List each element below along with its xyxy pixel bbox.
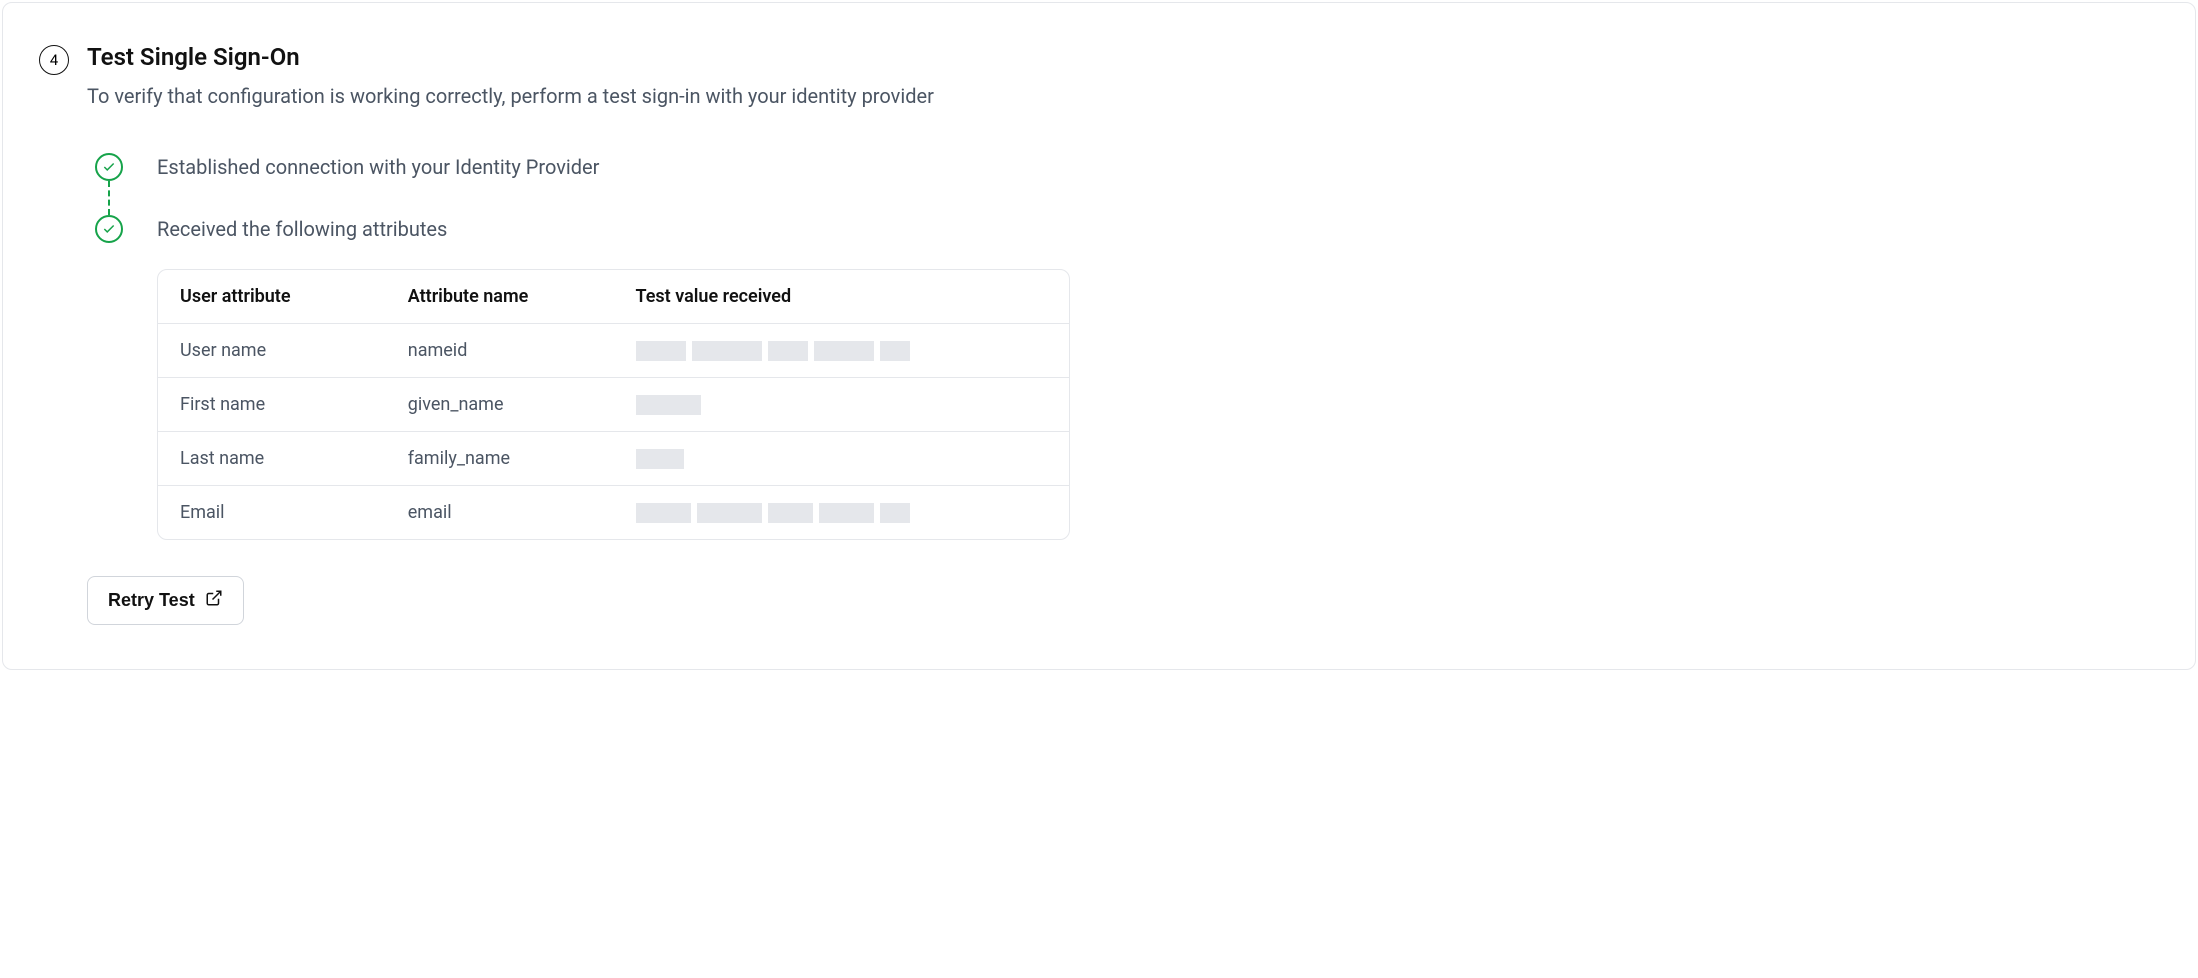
cell-attribute-name: email [386,486,614,539]
redacted-block [880,341,910,361]
cell-user-attribute: First name [158,378,386,432]
status-connection-text: Established connection with your Identit… [157,155,599,179]
status-attributes-text: Received the following attributes [157,217,447,241]
cell-test-value [614,324,1070,378]
attributes-table: User attribute Attribute name Test value… [157,269,1070,540]
button-row: Retry Test [87,576,2159,625]
table-row: First namegiven_name [158,378,1069,432]
attributes-tbody: User namenameidFirst namegiven_nameLast … [158,324,1069,539]
cell-user-attribute: Last name [158,432,386,486]
cell-test-value [614,486,1070,539]
th-user-attribute: User attribute [158,270,386,324]
check-icon [95,153,123,181]
retry-test-button[interactable]: Retry Test [87,576,244,625]
cell-attribute-name: nameid [386,324,614,378]
redacted-block [768,341,808,361]
status-item-connection: Established connection with your Identit… [95,153,2159,181]
redacted-block [697,503,762,523]
redacted-block [692,341,762,361]
step-subtitle: To verify that configuration is working … [87,81,934,111]
redacted-value [636,341,1048,361]
status-item-attributes: Received the following attributes [95,215,2159,243]
redacted-value [636,449,1048,469]
redacted-block [880,503,910,523]
retry-test-label: Retry Test [108,590,195,611]
redacted-block [814,341,874,361]
step-number-badge: 4 [39,45,69,75]
th-test-value: Test value received [614,270,1070,324]
table-row: Emailemail [158,486,1069,539]
redacted-value [636,503,1048,523]
header-texts: Test Single Sign-On To verify that confi… [87,43,934,111]
status-connector [108,181,110,215]
status-section: Established connection with your Identit… [95,153,2159,243]
status-list: Established connection with your Identit… [95,153,2159,243]
step-title: Test Single Sign-On [87,43,934,71]
cell-attribute-name: given_name [386,378,614,432]
th-attribute-name: Attribute name [386,270,614,324]
cell-user-attribute: Email [158,486,386,539]
step-number: 4 [50,51,58,69]
attributes-table-wrap: User attribute Attribute name Test value… [157,269,1070,540]
external-link-icon [205,589,223,612]
cell-attribute-name: family_name [386,432,614,486]
redacted-block [768,503,813,523]
redacted-block [636,341,686,361]
redacted-block [636,449,684,469]
redacted-block [636,503,691,523]
check-icon [95,215,123,243]
table-row: User namenameid [158,324,1069,378]
table-row: Last namefamily_name [158,432,1069,486]
sso-test-card: 4 Test Single Sign-On To verify that con… [2,2,2196,670]
cell-user-attribute: User name [158,324,386,378]
redacted-block [819,503,874,523]
redacted-block [636,395,701,415]
cell-test-value [614,378,1070,432]
cell-test-value [614,432,1070,486]
step-header: 4 Test Single Sign-On To verify that con… [39,43,2159,111]
redacted-value [636,395,1048,415]
